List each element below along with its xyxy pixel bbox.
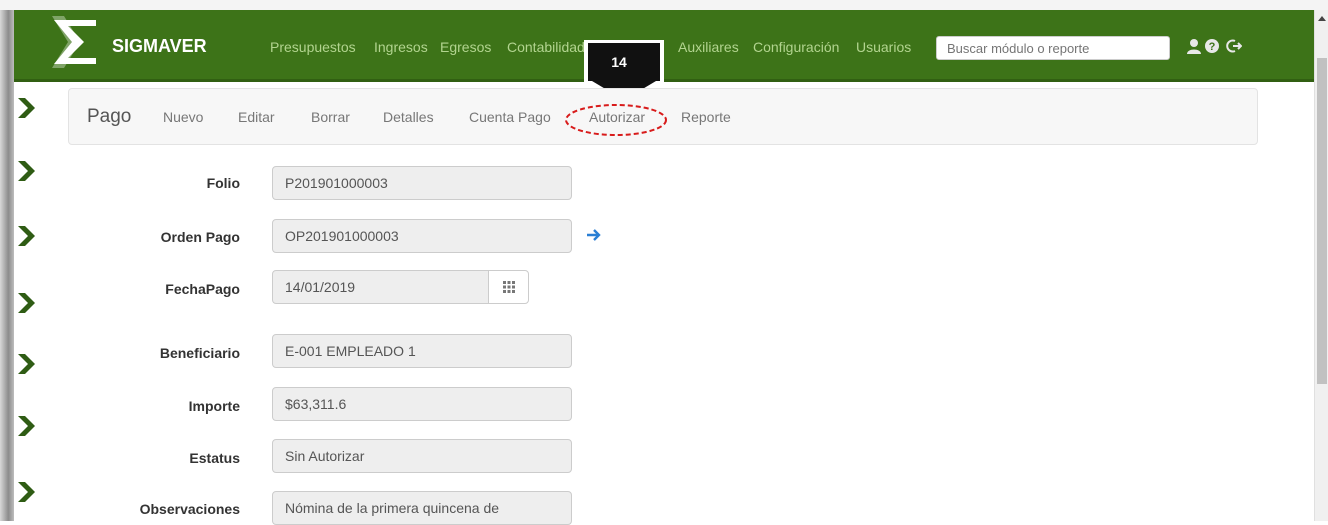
- menu-item-usuarios[interactable]: Usuarios: [856, 39, 911, 55]
- beneficiario-field[interactable]: E-001 EMPLEADO 1: [272, 334, 572, 368]
- estatus-label: Estatus: [189, 450, 240, 466]
- sigmaver-logo-icon: [52, 16, 96, 68]
- folio-field[interactable]: P201901000003: [272, 166, 572, 200]
- window-top-strip: [0, 0, 1328, 10]
- beneficiario-label: Beneficiario: [159, 345, 240, 361]
- menu-item-contabilidad[interactable]: Contabilidad: [507, 39, 585, 55]
- logout-icon[interactable]: [1226, 38, 1243, 54]
- menu-item-egresos[interactable]: Egresos: [440, 39, 491, 55]
- calendar-grid-icon: [503, 281, 515, 293]
- orden-pago-label: Orden Pago: [160, 229, 240, 245]
- nuevo-link[interactable]: Nuevo: [163, 109, 203, 125]
- menu-item-presupuestos[interactable]: Presupuestos: [270, 39, 356, 55]
- arrow-right-icon[interactable]: [586, 228, 602, 242]
- vertical-scrollbar[interactable]: [1314, 10, 1328, 521]
- menu-item-auxiliares[interactable]: Auxiliares: [678, 39, 739, 55]
- top-navbar: SIGMAVER Presupuestos Ingresos Egresos C…: [14, 10, 1314, 82]
- editar-link[interactable]: Editar: [238, 109, 275, 125]
- detalles-link[interactable]: Detalles: [383, 109, 434, 125]
- menu-item-ingresos[interactable]: Ingresos: [374, 39, 428, 55]
- fecha-pago-label: FechaPago: [165, 281, 240, 297]
- highlight-ellipse: [565, 104, 667, 136]
- scrollbar-thumb[interactable]: [1317, 58, 1327, 384]
- left-panel-edge: [0, 10, 14, 521]
- cuenta-pago-link[interactable]: Cuenta Pago: [469, 109, 551, 125]
- scroll-up-arrow-icon[interactable]: [1318, 16, 1326, 21]
- chevron-right-icon[interactable]: [16, 414, 36, 438]
- importe-label: Importe: [188, 398, 240, 414]
- step-callout-number: 14: [611, 54, 627, 70]
- fecha-pago-field[interactable]: 14/01/2019: [272, 270, 489, 304]
- calendar-button[interactable]: [488, 270, 529, 304]
- importe-field[interactable]: $63,311.6: [272, 387, 572, 421]
- menu-item-configuracion[interactable]: Configuración: [753, 39, 839, 55]
- estatus-field[interactable]: Sin Autorizar: [272, 439, 572, 473]
- search-input[interactable]: [936, 36, 1170, 60]
- user-icon[interactable]: [1186, 38, 1202, 54]
- folio-label: Folio: [206, 175, 240, 191]
- observaciones-field[interactable]: Nómina de la primera quincena de: [272, 491, 572, 525]
- orden-pago-field[interactable]: OP201901000003: [272, 219, 572, 253]
- brand-name[interactable]: SIGMAVER: [112, 36, 207, 57]
- page-title: Pago: [87, 106, 132, 127]
- chevron-right-icon[interactable]: [16, 96, 36, 120]
- help-icon[interactable]: ?: [1204, 38, 1220, 54]
- borrar-link[interactable]: Borrar: [311, 109, 350, 125]
- svg-text:?: ?: [1209, 41, 1216, 53]
- observaciones-label: Observaciones: [139, 501, 240, 517]
- reporte-link[interactable]: Reporte: [681, 109, 731, 125]
